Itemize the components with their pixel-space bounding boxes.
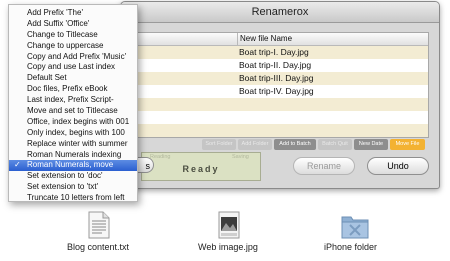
menu-item[interactable]: Change to Titlecase [9, 30, 137, 41]
text-document-icon [88, 211, 110, 239]
menu-item-label: Roman Numerals indexing [27, 149, 122, 159]
menu-item[interactable]: Roman Numerals indexing [9, 150, 137, 161]
menu-item[interactable]: Last index, Prefix Script- [9, 95, 137, 106]
menu-item[interactable]: Copy and Add Prefix 'Music' [9, 52, 137, 63]
menu-item[interactable]: Add Suffix 'Office' [9, 19, 137, 30]
menu-item-label: Default Set [27, 73, 67, 83]
table-row[interactable] [132, 124, 428, 137]
file-grid[interactable]: New file Name Boat trip-I. Day.jpg Boat … [131, 32, 429, 138]
menu-item-label: Copy and use Last index [27, 62, 116, 72]
file-label: Blog content.txt [67, 242, 130, 252]
menu-item[interactable]: Only index, begins with 100 [9, 128, 137, 139]
saving-indicator: Saving [232, 154, 249, 160]
file-label: iPhone folder [324, 242, 378, 252]
move-file-button[interactable]: Move File [390, 139, 425, 150]
new-name-cell: Boat trip-III. Day.jpg [239, 73, 314, 83]
table-row[interactable]: Boat trip-III. Day.jpg [132, 72, 428, 85]
menu-item[interactable]: Add Prefix 'The' [9, 8, 137, 19]
menu-item[interactable]: Change to uppercase [9, 41, 137, 52]
menu-item-label: Add Prefix 'The' [27, 8, 83, 17]
preset-menu: Add Prefix 'The' Add Suffix 'Office' Cha… [8, 4, 138, 202]
add-folder-button[interactable]: Add Folder [238, 139, 272, 150]
table-row[interactable] [132, 98, 428, 111]
table-row[interactable]: Boat trip-I. Day.jpg [132, 46, 428, 59]
status-panel: Reading Saving Ready [141, 152, 261, 181]
menu-item-label: Replace winter with summer [27, 138, 128, 148]
file-label: Web image.jpg [198, 242, 258, 252]
status-text: Ready [182, 164, 220, 174]
table-row[interactable] [132, 111, 428, 124]
batch-quit-button[interactable]: Batch Quit [318, 139, 352, 150]
sort-folder-button[interactable]: Sort Folder [202, 139, 236, 150]
menu-item-label: Roman Numerals, move [27, 160, 114, 170]
undo-button[interactable]: Undo [367, 157, 429, 175]
menu-item-label: Change to Titlecase [27, 29, 98, 39]
menu-item-label: Copy and Add Prefix 'Music' [27, 51, 127, 61]
column-separator[interactable] [237, 33, 238, 45]
table-row[interactable]: Boat trip-II. Day.jpg [132, 59, 428, 72]
menu-item-selected[interactable]: ✓ Roman Numerals, move [9, 160, 137, 172]
menu-item-label: Truncate 10 letters from left [27, 193, 125, 203]
menu-item[interactable]: Copy and use Last index [9, 62, 137, 73]
menu-item-label: Move and set to Titlecase [27, 106, 118, 116]
new-name-cell: Boat trip-II. Day.jpg [239, 60, 312, 70]
new-name-cell: Boat trip-IV. Day.jpg [239, 86, 314, 96]
new-name-cell: Boat trip-I. Day.jpg [239, 47, 309, 57]
renamer-window: Renamerox New file Name Boat trip-I. Day… [120, 1, 440, 189]
window-title: Renamerox [121, 2, 439, 23]
grid-header: New file Name [132, 33, 428, 46]
checkmark-icon: ✓ [14, 160, 21, 170]
menu-item[interactable]: Office, index begins with 001 [9, 117, 137, 128]
grid-toolbar: Sort Folder Add Folder Add to Batch Batc… [131, 139, 427, 150]
menu-item[interactable]: Default Set [9, 73, 137, 84]
reading-indicator: Reading [150, 154, 171, 160]
menu-item[interactable]: Set extension to 'doc' [9, 171, 137, 182]
new-date-button[interactable]: New Date [354, 139, 388, 150]
menu-item-label: Only index, begins with 100 [27, 127, 125, 137]
menu-item[interactable]: Set extension to 'txt' [9, 182, 137, 193]
rename-button[interactable]: Rename [293, 157, 355, 175]
menu-item-label: Change to uppercase [27, 40, 104, 50]
menu-item-label: Set extension to 'doc' [27, 171, 103, 181]
image-file-icon [218, 211, 240, 239]
menu-item-label: Add Suffix 'Office' [27, 18, 90, 28]
menu-item-label: Set extension to 'txt' [27, 182, 99, 192]
menu-item[interactable]: Doc files, Prefix eBook [9, 84, 137, 95]
menu-item-label: Office, index begins with 001 [27, 116, 130, 126]
folder-icon [341, 216, 369, 239]
menu-item[interactable]: Truncate 10 letters from left [9, 193, 137, 204]
menu-item[interactable]: Replace winter with summer [9, 139, 137, 150]
menu-item-label: Doc files, Prefix eBook [27, 84, 108, 94]
table-row[interactable]: Boat trip-IV. Day.jpg [132, 85, 428, 98]
column-header-new-name[interactable]: New file Name [240, 33, 292, 45]
menu-item[interactable]: Move and set to Titlecase [9, 106, 137, 117]
add-to-batch-button[interactable]: Add to Batch [274, 139, 316, 150]
menu-item-label: Last index, Prefix Script- [27, 95, 114, 105]
